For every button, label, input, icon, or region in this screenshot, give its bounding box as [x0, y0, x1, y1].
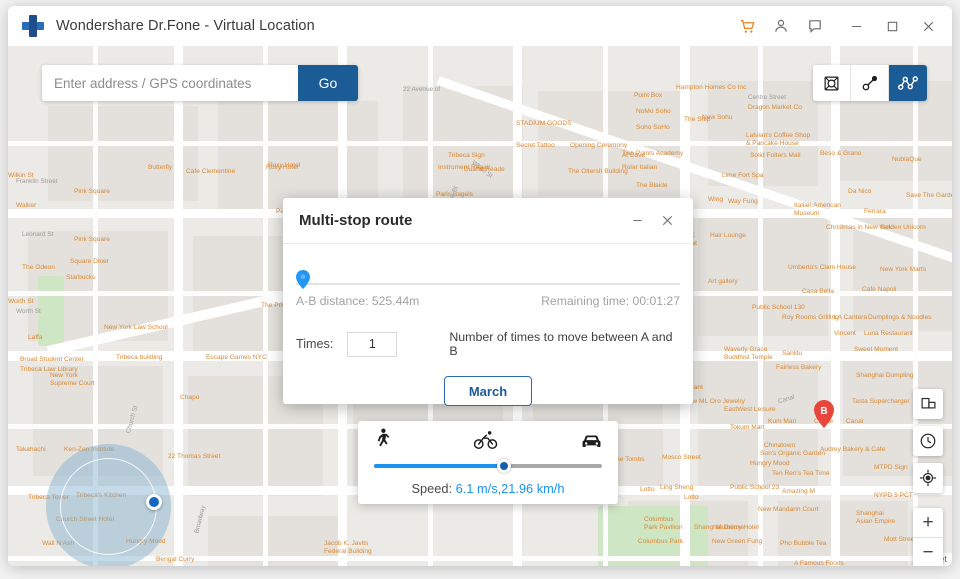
slider-thumb[interactable]	[496, 459, 511, 473]
search-input[interactable]	[42, 65, 298, 101]
remaining-time-text: Remaining time: 00:01:27	[541, 294, 680, 308]
route-meta: A-B distance: 525.44m Remaining time: 00…	[296, 294, 680, 308]
feedback-icon[interactable]	[798, 6, 832, 46]
times-label: Times:	[296, 337, 334, 351]
history-clock-icon[interactable]	[913, 426, 943, 456]
zoom-in-button[interactable]: +	[913, 508, 943, 538]
speed-readout: Speed: 6.1 m/s,21.96 km/h	[358, 481, 618, 496]
dialog-title: Multi-stop route	[299, 212, 413, 229]
dialog-close-icon[interactable]	[655, 209, 679, 233]
destination-marker-label: B	[820, 406, 827, 417]
current-location-area	[46, 444, 171, 566]
layers-icon[interactable]	[913, 389, 943, 419]
map-pin-icon	[296, 270, 310, 289]
map-control-stack: + −	[913, 389, 943, 566]
route-progress[interactable]	[296, 270, 680, 289]
dialog-header: Multi-stop route	[283, 198, 693, 244]
close-icon[interactable]	[910, 6, 946, 46]
app-title: Wondershare Dr.Fone - Virtual Location	[56, 18, 315, 34]
app-window: Wondershare Dr.Fone - Virtual Location F…	[8, 6, 952, 566]
car-icon[interactable]	[581, 434, 602, 455]
times-hint: Number of times to move between A and B	[449, 330, 673, 358]
zoom-out-button[interactable]: −	[913, 538, 943, 566]
window-controls	[730, 6, 952, 46]
multi-stop-mode-button[interactable]	[889, 65, 927, 101]
ab-distance-text: A-B distance: 525.44m	[296, 294, 420, 308]
speed-mode-icons	[358, 421, 618, 455]
teleport-mode-button[interactable]	[813, 65, 851, 101]
go-button[interactable]: Go	[298, 65, 358, 101]
zoom-control-group: + −	[913, 508, 943, 566]
destination-marker-b[interactable]: B	[814, 400, 834, 428]
dialog-minimize-icon[interactable]	[625, 209, 649, 233]
cycling-icon[interactable]	[473, 430, 498, 455]
current-location-dot	[146, 494, 162, 510]
walking-icon[interactable]	[374, 428, 391, 455]
title-bar: Wondershare Dr.Fone - Virtual Location	[8, 6, 952, 46]
march-button[interactable]: March	[444, 376, 532, 406]
multi-stop-route-dialog: Multi-stop route A-B distance: 525.44m R…	[283, 198, 693, 406]
minimize-icon[interactable]	[838, 6, 874, 46]
times-row: Times: Number of times to move between A…	[296, 330, 680, 358]
cart-icon[interactable]	[730, 6, 764, 46]
speed-slider[interactable]	[374, 459, 602, 473]
slider-fill	[374, 464, 504, 468]
wondershare-plus-logo	[22, 15, 44, 37]
route-mode-group	[813, 65, 927, 101]
dialog-actions	[625, 209, 679, 233]
search-bar: Go	[42, 65, 358, 101]
speed-label: Speed:	[411, 481, 453, 496]
two-spot-mode-button[interactable]	[851, 65, 889, 101]
times-input[interactable]	[347, 331, 398, 357]
maximize-icon[interactable]	[874, 6, 910, 46]
accuracy-ring	[60, 458, 157, 555]
progress-track	[296, 283, 680, 285]
account-icon[interactable]	[764, 6, 798, 46]
speed-value: 6.1 m/s,21.96 km/h	[455, 481, 565, 496]
march-row: March	[283, 376, 693, 406]
locate-crosshair-icon[interactable]	[913, 463, 943, 493]
speed-panel: Speed: 6.1 m/s,21.96 km/h	[358, 421, 618, 504]
